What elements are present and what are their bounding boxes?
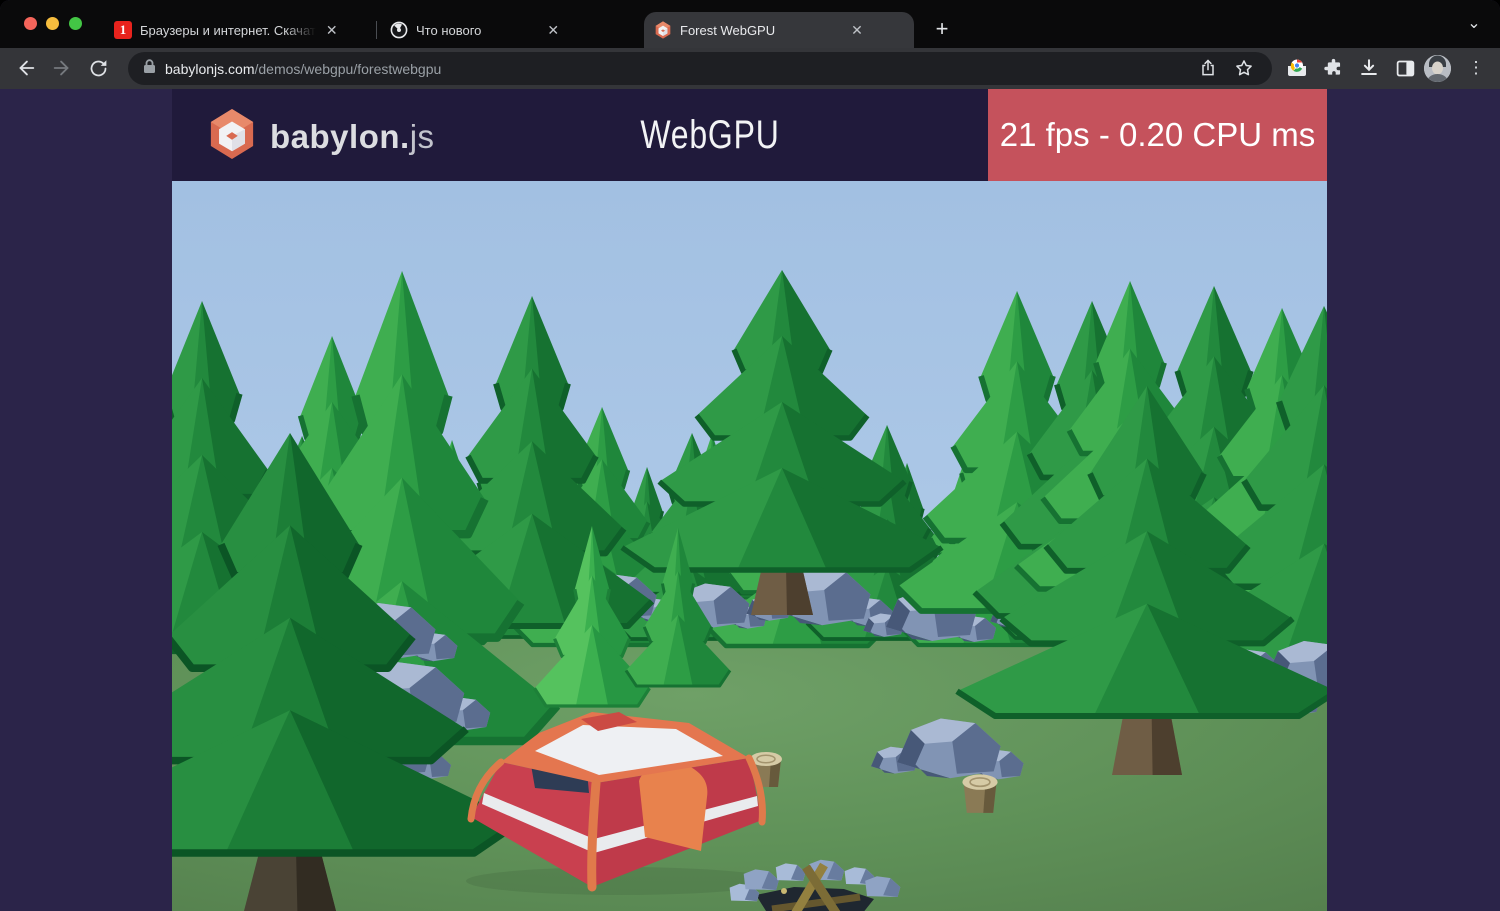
page-background: babylon.js WebGPU 21 fps - 0.20 CPU ms xyxy=(0,89,1500,911)
extensions-puzzle-icon[interactable] xyxy=(1319,54,1347,82)
demo-canvas-area: babylon.js WebGPU 21 fps - 0.20 CPU ms xyxy=(57,89,1477,911)
tab-title: Что нового xyxy=(416,22,482,38)
close-icon[interactable]: ✕ xyxy=(849,21,865,39)
babylonjs-logo-icon xyxy=(208,108,256,165)
babylonjs-icon xyxy=(654,21,672,39)
tab-title: Браузеры и интернет. Скачат xyxy=(140,22,316,38)
demo-header: babylon.js WebGPU xyxy=(172,89,988,181)
share-icon[interactable] xyxy=(1194,54,1222,82)
browser-toolbar: babylonjs.com/demos/webgpu/forestwebgpu … xyxy=(0,48,1500,89)
tab-title: Forest WebGPU xyxy=(680,22,776,38)
close-icon[interactable]: ✕ xyxy=(545,21,561,39)
address-bar[interactable]: babylonjs.com/demos/webgpu/forestwebgpu xyxy=(128,52,1272,85)
tab-search-chevron-icon[interactable]: ⌄ xyxy=(1462,13,1486,37)
tab-strip: 1 Браузеры и интернет. Скачат ✕ Что ново… xyxy=(0,0,1500,48)
browser-window: 1 Браузеры и интернет. Скачат ✕ Что ново… xyxy=(0,0,1500,911)
channel-one-icon: 1 xyxy=(114,21,132,39)
forward-icon[interactable] xyxy=(48,54,76,82)
macos-zoom-button[interactable] xyxy=(69,17,82,30)
lock-icon[interactable] xyxy=(143,58,156,79)
macos-close-button[interactable] xyxy=(24,17,37,30)
forest-render[interactable] xyxy=(57,181,1477,911)
fps-counter: 21 fps - 0.20 CPU ms xyxy=(988,89,1327,181)
bookmark-star-icon[interactable] xyxy=(1230,54,1258,82)
brand-wordmark: babylon.js xyxy=(270,117,435,155)
download-icon[interactable] xyxy=(1355,54,1383,82)
new-tab-button[interactable]: + xyxy=(926,14,958,46)
back-icon[interactable] xyxy=(12,54,40,82)
webgpu-3d-scene[interactable] xyxy=(57,181,1477,911)
page-title: WebGPU xyxy=(640,113,780,157)
url-path: /demos/webgpu/forestwebgpu xyxy=(254,60,442,77)
babylonjs-brand[interactable]: babylon.js xyxy=(208,108,435,165)
kebab-menu-icon[interactable]: ⋮ xyxy=(1462,54,1490,82)
url-text[interactable]: babylonjs.com/demos/webgpu/forestwebgpu xyxy=(165,61,441,77)
chrome-pocket-icon[interactable] xyxy=(1283,54,1311,82)
yandex-browser-icon xyxy=(390,21,408,39)
side-panel-icon[interactable] xyxy=(1391,54,1419,82)
tab-whats-new[interactable]: Что нового ✕ xyxy=(380,12,638,48)
tab-browsers-article[interactable]: 1 Браузеры и интернет. Скачат ✕ xyxy=(104,12,370,48)
profile-avatar[interactable] xyxy=(1424,55,1451,82)
url-domain: babylonjs.com xyxy=(165,60,255,77)
tab-forest-webgpu[interactable]: Forest WebGPU ✕ xyxy=(644,12,914,48)
close-icon[interactable]: ✕ xyxy=(324,21,340,39)
macos-minimize-button[interactable] xyxy=(46,17,59,30)
reload-icon[interactable] xyxy=(84,54,112,82)
tab-divider xyxy=(376,21,377,39)
